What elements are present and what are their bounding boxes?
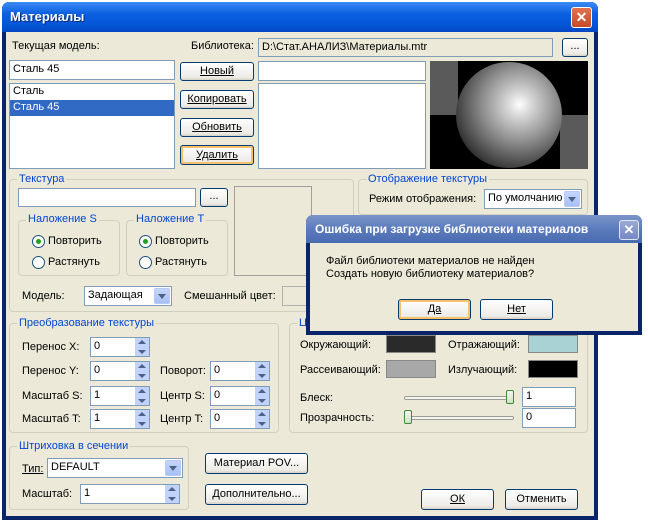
material-name-field[interactable] [258, 61, 426, 81]
texture-file-input[interactable] [18, 188, 196, 207]
ok-button[interactable]: ОК [421, 489, 494, 510]
display-mode-dropdown-arrow-icon[interactable] [564, 191, 580, 207]
reflective-label: Отражающий: [448, 339, 520, 351]
title-bar[interactable] [2, 2, 598, 32]
library-label: Библиотека: [191, 40, 254, 52]
shift-x-label: Перенос X: [22, 341, 80, 353]
rotate-label: Поворот: [160, 365, 206, 377]
close-icon: ✕ [623, 222, 635, 237]
error-line-2: Создать новую библиотеку материалов? [326, 268, 535, 280]
center-s-spinner[interactable] [254, 387, 269, 405]
hatch-scale-spinner[interactable] [164, 485, 179, 503]
yes-button[interactable]: Да [398, 299, 471, 320]
error-dialog-title: Ошибка при загрузке библиотеки материало… [315, 222, 589, 236]
close-button[interactable]: ✕ [571, 7, 592, 28]
shift-y-spinner[interactable] [134, 362, 149, 380]
shine-label: Блеск: [300, 392, 333, 404]
copy-button[interactable]: Копировать [180, 90, 254, 109]
list-item-selected[interactable]: Сталь 45 [10, 100, 174, 116]
overlay-t-title: Наложение T [134, 213, 207, 225]
rotate-spinner[interactable] [254, 362, 269, 380]
list-item[interactable]: Сталь [10, 84, 174, 100]
hatch-type-select[interactable]: DEFAULT [47, 458, 183, 478]
overlay-s-repeat-label: Повторить [48, 235, 102, 247]
emissive-label: Излучающий: [448, 364, 518, 376]
more-button[interactable]: Дополнительно... [205, 484, 308, 505]
mixed-color-label: Смешанный цвет: [184, 290, 276, 302]
cancel-button[interactable]: Отменить [505, 489, 578, 510]
hatch-scale-label: Масштаб: [22, 488, 73, 500]
sphere-preview-icon [430, 61, 588, 169]
shift-y-label: Перенос Y: [22, 365, 79, 377]
error-line-1: Файл библиотеки материалов не найден [326, 255, 535, 267]
scale-t-label: Масштаб T: [22, 413, 81, 425]
diffuse-label: Рассеивающий: [300, 364, 381, 376]
library-browse-button[interactable]: ... [562, 38, 588, 57]
overlay-t-repeat-radio[interactable] [139, 235, 152, 248]
display-mode-label: Режим отображения: [369, 193, 477, 205]
shine-slider-track[interactable] [404, 396, 514, 400]
shift-x-spinner[interactable] [134, 338, 149, 356]
center-t-label: Центр T: [160, 413, 204, 425]
emissive-swatch[interactable] [528, 360, 578, 378]
overlay-t-repeat-label: Повторить [155, 235, 209, 247]
diffuse-swatch[interactable] [386, 360, 436, 378]
hatch-type-label: Тип: [22, 463, 44, 475]
model-dropdown-arrow-icon[interactable] [154, 288, 170, 304]
scale-s-spinner[interactable] [134, 387, 149, 405]
model-label: Модель: [22, 290, 65, 302]
texture-preview [234, 186, 312, 276]
new-button[interactable]: Новый [180, 62, 254, 81]
overlay-s-stretch-label: Растянуть [48, 256, 100, 268]
hatch-type-dropdown-arrow-icon[interactable] [165, 460, 181, 476]
reflective-swatch[interactable] [528, 335, 578, 353]
texture-display-title: Отображение текстуры [366, 173, 490, 185]
update-button[interactable]: Обновить [180, 118, 254, 137]
transparency-slider-track[interactable] [404, 416, 514, 420]
overlay-t-stretch-label: Растянуть [155, 256, 207, 268]
close-icon: ✕ [575, 9, 588, 25]
shine-slider-thumb[interactable] [506, 390, 514, 404]
scale-t-spinner[interactable] [134, 410, 149, 428]
error-dialog-close-button[interactable]: ✕ [619, 220, 639, 240]
library-path: D:\Стат.АНАЛИЗ\Материалы.mtr [258, 38, 553, 57]
window-title: Материалы [10, 9, 85, 24]
texture-browse-button[interactable]: ... [200, 188, 228, 207]
shine-value-input[interactable]: 1 [522, 387, 576, 407]
material-description-field[interactable] [258, 83, 426, 169]
overlay-t-stretch-radio[interactable] [139, 256, 152, 269]
overlay-s-title: Наложение S [26, 213, 99, 225]
material-pov-button[interactable]: Материал POV... [205, 453, 308, 474]
hatch-group-title: Штриховка в сечении [17, 440, 131, 452]
transparency-label: Прозрачность: [300, 412, 375, 424]
center-s-label: Центр S: [160, 390, 205, 402]
center-t-spinner[interactable] [254, 410, 269, 428]
overlay-s-stretch-radio[interactable] [32, 256, 45, 269]
current-model-input[interactable]: Сталь 45 [9, 60, 175, 80]
current-model-label: Текущая модель: [12, 40, 100, 52]
transform-group-title: Преобразование текстуры [17, 317, 156, 329]
scale-s-label: Масштаб S: [22, 390, 83, 402]
ambient-swatch[interactable] [386, 335, 436, 353]
delete-button[interactable]: Удалить [180, 145, 254, 165]
overlay-s-repeat-radio[interactable] [32, 235, 45, 248]
no-button[interactable]: Нет [480, 299, 553, 320]
transparency-value-input[interactable]: 0 [522, 408, 576, 428]
material-list[interactable]: Сталь Сталь 45 [9, 83, 175, 169]
texture-group-title: Текстура [17, 173, 67, 185]
transparency-slider-thumb[interactable] [404, 410, 412, 424]
ambient-label: Окружающий: [300, 339, 372, 351]
material-preview [430, 61, 588, 169]
